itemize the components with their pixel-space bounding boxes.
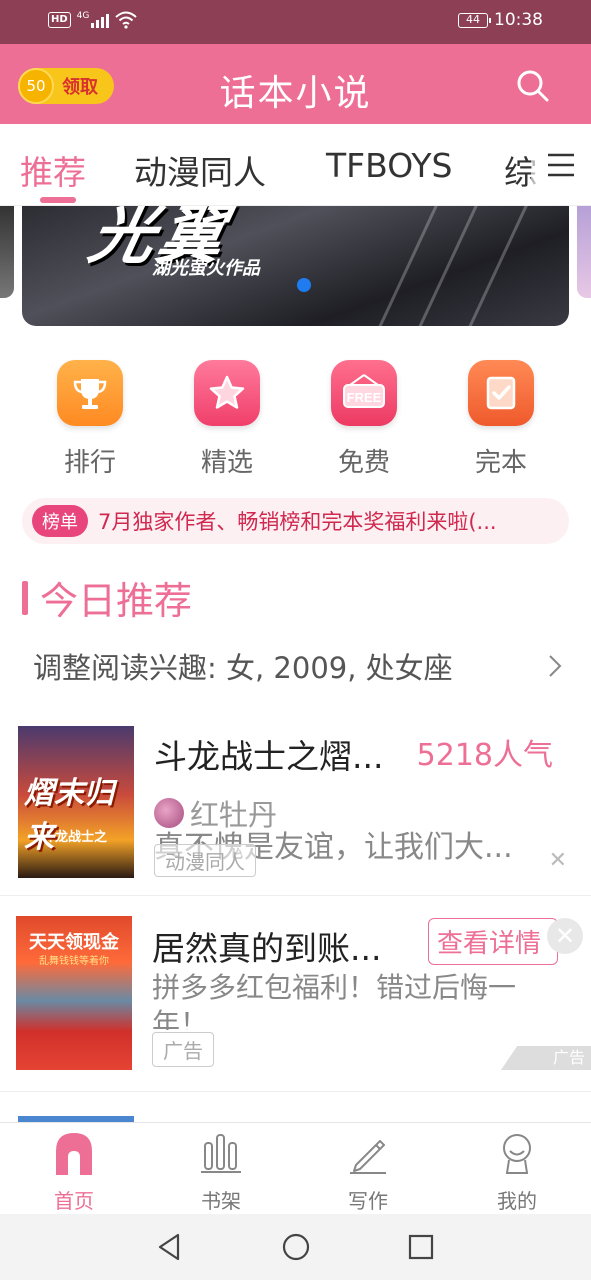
entry-completed-label: 完本 — [474, 448, 527, 478]
entry-ranking[interactable]: 排行 — [40, 360, 140, 479]
tab-tfboys[interactable]: TFBOYS — [326, 146, 452, 185]
cover-title: 熠末归来 — [24, 776, 114, 855]
ad-mark: 广告 — [501, 1046, 591, 1070]
ad-image-subtitle: 乱舞钱钱等着你 — [39, 956, 109, 967]
system-back-button[interactable] — [154, 1231, 186, 1263]
category-tabs: 推荐 动漫同人 TFBOYS 综 — [0, 124, 591, 206]
ad-close-button[interactable]: ✕ — [547, 918, 583, 954]
interest-text: 调整阅读兴趣: 女, 2009, 处女座 — [33, 651, 453, 685]
nav-bookshelf[interactable]: 书架 — [166, 1129, 276, 1214]
back-triangle-icon — [158, 1233, 180, 1261]
trophy-icon — [57, 360, 123, 426]
menu-icon — [548, 153, 574, 177]
notice-badge: 榜单 — [32, 505, 88, 537]
bottom-navigation: 首页 书架 写作 我的 — [0, 1122, 591, 1214]
ad-image-title: 天天领现金 — [29, 932, 119, 953]
status-bar: HD 4G 44 10:38 — [0, 0, 591, 44]
app-title: 话本小说 — [219, 73, 372, 114]
close-icon: ✕ — [554, 922, 576, 950]
search-icon — [517, 70, 549, 102]
quick-entries: 排行 精选 FREE 免费 完本 — [0, 360, 591, 480]
entry-free[interactable]: FREE 免费 — [314, 360, 414, 479]
book-card[interactable]: 斗龙战士之 熠末归来 斗龙战士之熠... 5218人气 红牡丹 真不愧是友谊，让… — [0, 716, 591, 896]
ad-image: 天天领现金 乱舞钱钱等着你 — [16, 916, 132, 1070]
ad-card[interactable]: 天天领现金 乱舞钱钱等着你 居然真的到账... 查看详情 ✕ 拼多多红包福利！错… — [0, 898, 591, 1092]
section-header: 今日推荐 — [22, 570, 192, 625]
ad-description: 拼多多红包福利！错过后悔一年！ — [152, 971, 517, 1030]
close-icon: ✕ — [548, 848, 567, 873]
hd-indicator: HD — [48, 12, 71, 28]
dismiss-book-button[interactable]: ✕ — [549, 848, 567, 873]
view-details-button[interactable]: 查看详情 — [428, 918, 558, 965]
clock: 10:38 — [494, 10, 543, 30]
signal-icon — [91, 12, 110, 28]
wifi-icon — [115, 11, 138, 29]
svg-text:FREE: FREE — [347, 390, 382, 405]
ranking-notice[interactable]: 榜单 7月独家作者、畅销榜和完本奖福利来啦(... — [22, 498, 569, 544]
chevron-right-icon — [549, 655, 562, 677]
network-type: 4G — [76, 11, 90, 21]
carousel-indicator — [297, 278, 311, 292]
nav-write[interactable]: 写作 — [313, 1129, 423, 1214]
entry-featured-label: 精选 — [200, 448, 253, 478]
section-title: 今日推荐 — [40, 579, 193, 623]
app-header: 50 领取 话本小说 — [0, 44, 591, 124]
book-popularity: 5218人气 — [416, 738, 553, 773]
nav-home-label: 首页 — [54, 1189, 94, 1213]
book-cover: 斗龙战士之 熠末归来 — [18, 726, 134, 878]
ad-title: 居然真的到账... — [152, 929, 382, 968]
notice-text: 7月独家作者、畅销榜和完本奖福利来啦(... — [98, 510, 497, 534]
system-home-button[interactable] — [280, 1231, 312, 1263]
banner-carousel: 光翼 湖光萤火作品 — [0, 206, 591, 332]
adjust-interest-link[interactable]: 调整阅读兴趣: 女, 2009, 处女座 — [33, 645, 563, 687]
ad-tag: 广告 — [152, 1032, 214, 1067]
free-sign-icon: FREE — [331, 360, 397, 426]
pen-icon — [344, 1129, 392, 1177]
system-recents-button[interactable] — [405, 1231, 437, 1263]
nav-write-label: 写作 — [348, 1189, 388, 1213]
star-icon — [194, 360, 260, 426]
nav-profile-label: 我的 — [497, 1189, 537, 1213]
banner-prev-peek — [0, 206, 14, 298]
check-book-icon — [468, 360, 534, 426]
entry-free-label: 免费 — [337, 448, 390, 478]
status-right: 44 10:38 — [458, 10, 543, 30]
active-tab-indicator — [40, 197, 76, 203]
tab-anime-fanfic[interactable]: 动漫同人 — [134, 146, 266, 194]
book-tag: 动漫同人 — [154, 844, 256, 877]
tab-recommend[interactable]: 推荐 — [20, 146, 86, 194]
home-circle-icon — [282, 1233, 310, 1261]
battery-icon: 44 — [458, 12, 491, 28]
banner-next-peek — [577, 206, 591, 298]
status-left: HD 4G — [48, 11, 138, 29]
nav-home[interactable]: 首页 — [19, 1129, 129, 1214]
banner-author: 湖光萤火作品 — [152, 258, 260, 279]
book-title: 斗龙战士之熠... — [154, 737, 384, 776]
bookshelf-icon — [197, 1129, 245, 1177]
search-button[interactable] — [515, 68, 551, 104]
tab-menu-button[interactable] — [531, 124, 591, 205]
nav-profile[interactable]: 我的 — [462, 1129, 572, 1214]
banner-slide[interactable]: 光翼 湖光萤火作品 — [22, 206, 569, 326]
entry-ranking-label: 排行 — [63, 448, 116, 478]
nav-bookshelf-label: 书架 — [201, 1189, 241, 1213]
profile-icon — [493, 1129, 541, 1177]
recents-square-icon — [408, 1234, 434, 1260]
entry-featured[interactable]: 精选 — [177, 360, 277, 479]
entry-completed[interactable]: 完本 — [451, 360, 551, 479]
system-navigation-bar — [0, 1214, 591, 1280]
home-icon — [50, 1129, 98, 1177]
section-accent-bar — [22, 580, 28, 615]
